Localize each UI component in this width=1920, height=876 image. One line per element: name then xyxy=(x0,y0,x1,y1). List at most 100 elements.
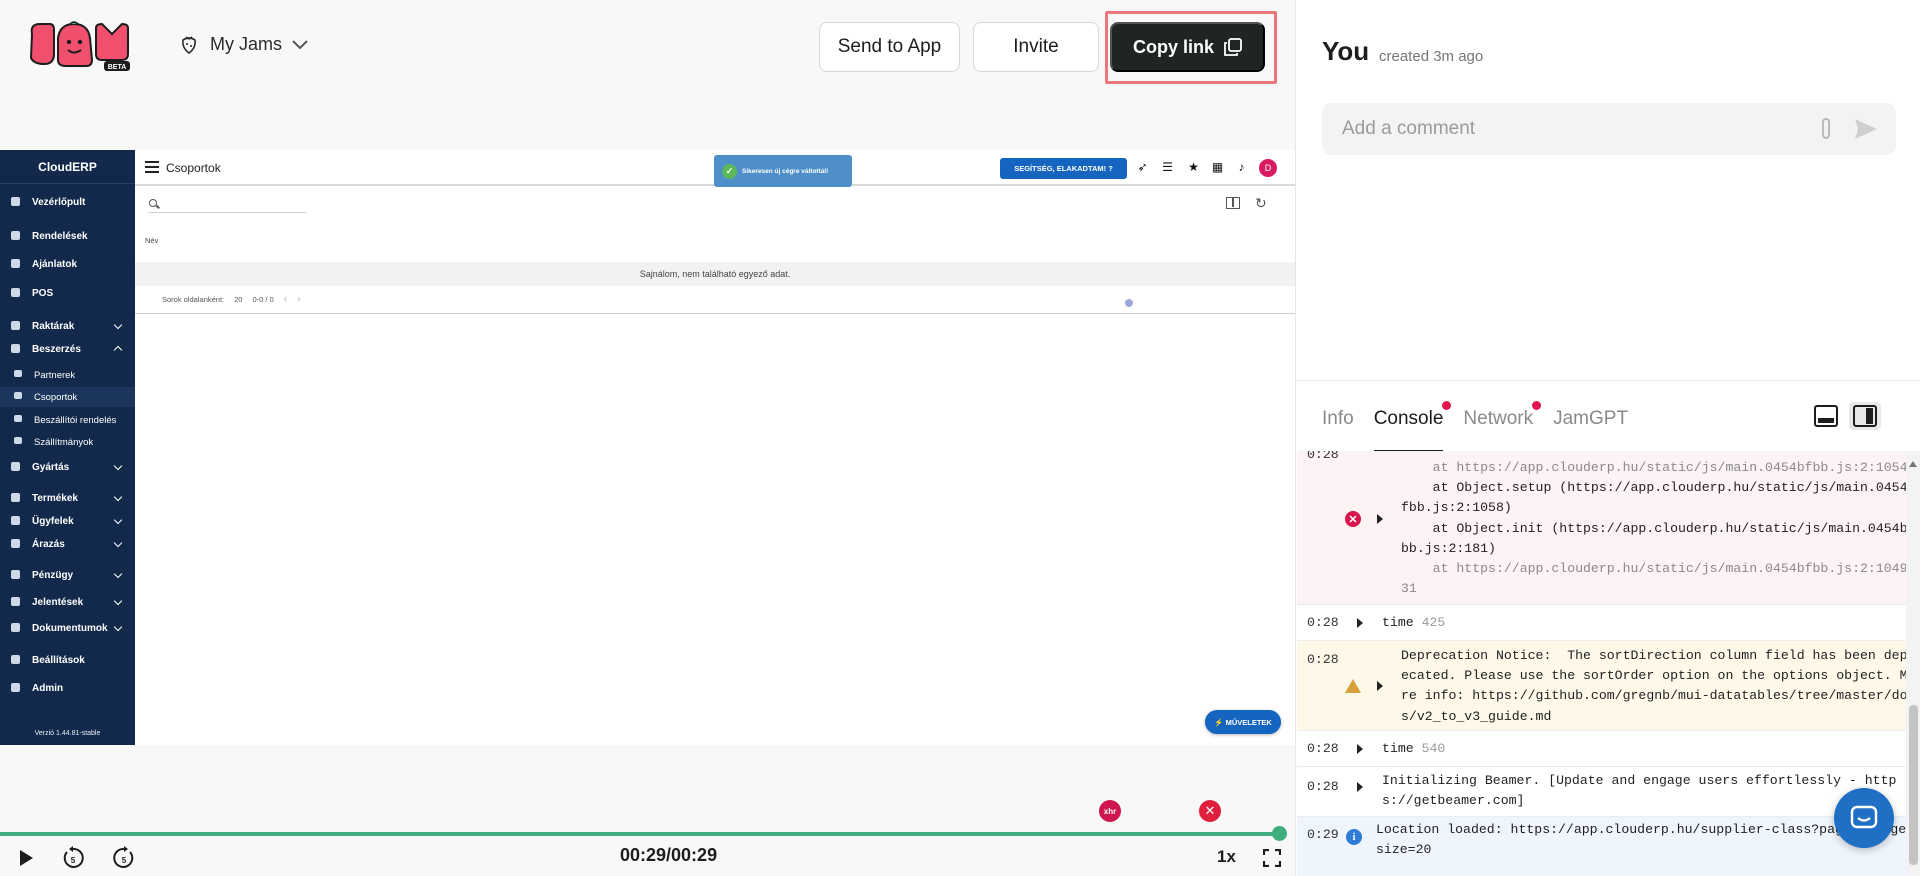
sidebar-item-warehouses[interactable]: Raktárak xyxy=(0,316,135,336)
tab-network[interactable]: Network xyxy=(1463,393,1542,453)
tab-jamgpt[interactable]: JamGPT xyxy=(1553,393,1628,453)
forward-5-button[interactable]: 5 xyxy=(111,846,137,870)
sidebar-item-shipments[interactable]: Szállítmányok xyxy=(0,432,135,452)
erp-version: Verzió 1.44.81-stable xyxy=(34,730,101,737)
handshake-icon xyxy=(14,370,22,377)
rewind-icon: 5 xyxy=(63,846,84,868)
hamburger-icon[interactable] xyxy=(145,161,159,173)
copy-link-label: Copy link xyxy=(1132,36,1214,57)
warehouse-icon xyxy=(11,321,20,330)
console-row-warning[interactable]: 0:28 Deprecation Notice: The sortDirecti… xyxy=(1297,641,1906,731)
playback-speed[interactable]: 1x xyxy=(1217,847,1236,867)
rows-per-page-label: Sorok oldalanként: xyxy=(162,295,225,304)
pagination: Sorok oldalanként: 20 0-0 / 0 ‹ › xyxy=(162,294,300,305)
jam-logo[interactable]: BETA xyxy=(28,20,150,72)
error-icon: ✕ xyxy=(1345,511,1361,527)
chat-launcher-button[interactable] xyxy=(1834,788,1894,848)
send-icon[interactable] xyxy=(1853,117,1879,141)
log-message: Initializing Beamer. [Update and engage … xyxy=(1382,773,1897,809)
tab-info[interactable]: Info xyxy=(1322,393,1354,453)
error-marker[interactable]: ✕ xyxy=(1199,800,1221,822)
console-row-error[interactable]: 0:28 ✕ at https://app.clouderp.hu/static… xyxy=(1297,451,1906,605)
help-button[interactable]: SEGÍTSÉG, ELAKADTAM! ? xyxy=(1000,158,1127,179)
sidebar-item-finance[interactable]: Pénzügy xyxy=(0,565,135,585)
expand-icon[interactable] xyxy=(1377,514,1383,524)
prev-page-icon[interactable]: ‹ xyxy=(284,294,287,305)
paperclip-icon[interactable] xyxy=(1815,117,1839,141)
sidebar-item-offers[interactable]: Ajánlatok xyxy=(0,254,135,274)
play-button[interactable] xyxy=(14,846,38,870)
notification-dot xyxy=(1442,401,1452,410)
rocket-icon[interactable]: ➶ xyxy=(1136,161,1149,174)
console-row-time[interactable]: 0:28 time 425 xyxy=(1297,605,1906,641)
scrollbar-thumb[interactable] xyxy=(1909,705,1918,865)
send-to-app-button[interactable]: Send to App xyxy=(819,22,960,72)
fullscreen-icon[interactable] xyxy=(1263,849,1281,867)
star-icon[interactable]: ★ xyxy=(1187,161,1200,174)
expand-icon[interactable] xyxy=(1357,618,1363,628)
sidebar-item-manufacturing[interactable]: Gyártás xyxy=(0,457,135,477)
tab-console[interactable]: Console xyxy=(1373,393,1452,453)
refresh-icon[interactable]: ↻ xyxy=(1255,195,1267,212)
strawberry-icon xyxy=(178,33,200,55)
chevron-down-icon xyxy=(292,34,308,55)
bank-icon xyxy=(11,570,20,579)
actions-button[interactable]: ⚡ MŰVELETEK xyxy=(1205,710,1281,734)
sidebar-item-pos[interactable]: POS xyxy=(0,283,135,303)
sidebar-item-products[interactable]: Termékek xyxy=(0,488,135,508)
erp-search-input[interactable] xyxy=(148,198,306,213)
comment-input[interactable] xyxy=(1342,117,1782,141)
my-jams-dropdown[interactable]: My Jams xyxy=(178,33,308,55)
expand-icon[interactable] xyxy=(1357,782,1363,792)
expand-icon[interactable] xyxy=(1377,681,1383,691)
forward-icon: 5 xyxy=(113,846,134,868)
rewind-5-button[interactable]: 5 xyxy=(60,846,86,870)
building-icon[interactable]: ▦ xyxy=(1211,161,1224,174)
expand-icon[interactable] xyxy=(1357,744,1363,754)
copy-link-button[interactable]: Copy link xyxy=(1110,22,1265,72)
sidebar-item-settings[interactable]: Beállítások xyxy=(0,650,135,670)
timeline-progress[interactable] xyxy=(0,832,1280,836)
invite-button[interactable]: Invite xyxy=(973,22,1099,72)
bell-icon[interactable]: ♪ xyxy=(1235,161,1248,174)
log-time: 0:28 xyxy=(1307,779,1339,794)
rows-per-page-select[interactable]: 20 xyxy=(234,295,242,304)
xhr-marker[interactable]: xhr xyxy=(1099,800,1121,822)
gear-icon xyxy=(11,655,20,664)
panel-divider xyxy=(1296,380,1920,381)
next-page-icon[interactable]: › xyxy=(297,294,300,305)
layout-bottom-icon[interactable] xyxy=(1814,405,1838,427)
avatar[interactable]: D xyxy=(1259,159,1277,177)
sidebar-item-partners[interactable]: Partnerek xyxy=(0,365,135,385)
sidebar-item-documents[interactable]: Dokumentumok xyxy=(0,618,135,638)
scroll-up-icon[interactable] xyxy=(1909,461,1917,467)
console-scrollbar[interactable] xyxy=(1906,451,1920,876)
truck-icon xyxy=(11,344,20,353)
pos-icon xyxy=(11,288,20,297)
sidebar-item-groups[interactable]: Csoportok xyxy=(0,387,135,407)
sidebar-item-admin[interactable]: Admin xyxy=(0,678,135,698)
svg-text:5: 5 xyxy=(71,856,76,865)
sidebar-item-purchasing[interactable]: Beszerzés xyxy=(0,339,135,359)
chevron-down-icon xyxy=(113,538,123,548)
column-header-name[interactable]: Név xyxy=(145,236,158,245)
report-icon xyxy=(11,597,20,606)
sidebar-item-pricing[interactable]: Árazás xyxy=(0,534,135,554)
console-row-time[interactable]: 0:28 time 540 xyxy=(1297,731,1906,767)
log-time: 0:28 xyxy=(1307,451,1339,462)
sidebar-item-reports[interactable]: Jelentések xyxy=(0,592,135,612)
sidebar-item-customers[interactable]: Ügyfelek xyxy=(0,511,135,531)
chevron-down-icon xyxy=(113,569,123,579)
sidebar-item-supplier-orders[interactable]: Beszállítói rendelés xyxy=(0,410,135,430)
console-row-info[interactable]: 0:29 i Location loaded: https://app.clou… xyxy=(1297,817,1906,876)
progress-handle[interactable] xyxy=(1272,826,1287,841)
created-time: created 3m ago xyxy=(1379,48,1484,65)
console-row-log[interactable]: 0:28 Initializing Beamer. [Update and en… xyxy=(1297,767,1906,817)
layout-side-icon[interactable] xyxy=(1849,402,1881,430)
sidebar-item-dashboard[interactable]: Vezérlőpult xyxy=(0,192,135,212)
sidebar-item-orders[interactable]: Rendelések xyxy=(0,226,135,246)
checklist-icon[interactable]: ☰ xyxy=(1161,161,1174,174)
document-icon xyxy=(11,259,20,268)
erp-brand: CloudERP xyxy=(0,150,135,184)
columns-icon[interactable] xyxy=(1226,197,1240,209)
